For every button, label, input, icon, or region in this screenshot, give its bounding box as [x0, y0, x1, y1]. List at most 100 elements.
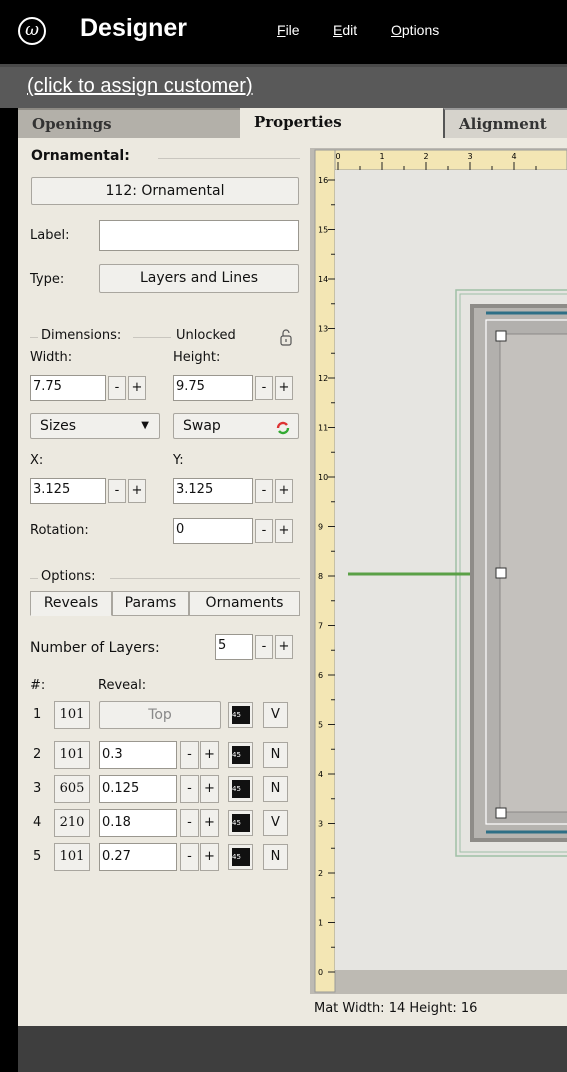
- width-label: Width:: [30, 350, 73, 365]
- swap-button-label: Swap: [183, 418, 221, 434]
- reveal-increment-button[interactable]: +: [200, 809, 219, 837]
- top-ruler-label: 2: [423, 152, 428, 161]
- left-ruler-label: 11: [318, 424, 328, 433]
- layer-reveal-input[interactable]: 0.27: [99, 843, 177, 871]
- resize-handle[interactable]: [495, 807, 507, 819]
- layer-code-button[interactable]: 605: [54, 775, 90, 803]
- column-number-header: #:: [30, 678, 46, 693]
- assign-customer-link[interactable]: (click to assign customer): [27, 75, 253, 98]
- options-tab-params[interactable]: Params: [112, 591, 189, 616]
- reveal-decrement-button[interactable]: -: [180, 741, 199, 769]
- menu-file[interactable]: File: [277, 22, 300, 38]
- y-increment-button[interactable]: +: [275, 479, 293, 503]
- layer-reveal-input[interactable]: 0.125: [99, 775, 177, 803]
- reveal-increment-button[interactable]: +: [200, 741, 219, 769]
- label-label: Label:: [30, 228, 70, 243]
- reveal-decrement-button[interactable]: -: [180, 809, 199, 837]
- layer-row-number: 3: [33, 781, 42, 796]
- layer-mode-button[interactable]: V: [263, 702, 288, 728]
- left-ruler-label: 0: [318, 968, 323, 977]
- reveal-decrement-button[interactable]: -: [180, 843, 199, 871]
- layer-code-button[interactable]: 101: [54, 741, 90, 769]
- title-bar: ω Designer File Edit Options: [0, 0, 567, 64]
- type-label: Type:: [30, 272, 65, 287]
- layer-mode-button[interactable]: V: [263, 810, 288, 836]
- layer-code-button[interactable]: 210: [54, 809, 90, 837]
- x-increment-button[interactable]: +: [128, 479, 146, 503]
- layers-decrement-button[interactable]: -: [255, 635, 273, 659]
- menu-options[interactable]: Options: [391, 22, 439, 38]
- sizes-dropdown[interactable]: Sizes ▼: [30, 413, 160, 439]
- left-ruler-label: 14: [318, 275, 328, 284]
- left-ruler-label: 13: [318, 325, 328, 334]
- layer-mode-button[interactable]: N: [263, 742, 288, 768]
- reveal-increment-button[interactable]: +: [200, 843, 219, 871]
- rotation-decrement-button[interactable]: -: [255, 519, 273, 543]
- resize-handle[interactable]: [495, 567, 507, 579]
- divider: [158, 158, 300, 159]
- x-input[interactable]: 3.125: [30, 478, 106, 504]
- height-increment-button[interactable]: +: [275, 376, 293, 400]
- swap-arrows-icon: [276, 419, 290, 435]
- x-label: X:: [30, 453, 44, 468]
- left-ruler-label: 7: [318, 622, 323, 631]
- reveal-decrement-button[interactable]: -: [180, 775, 199, 803]
- swap-button[interactable]: Swap: [173, 413, 299, 439]
- divider: [133, 337, 171, 338]
- type-select-button[interactable]: Layers and Lines: [99, 264, 299, 293]
- divider: [110, 578, 300, 579]
- x-decrement-button[interactable]: -: [108, 479, 126, 503]
- layer-code-button[interactable]: 101: [54, 701, 90, 729]
- width-input[interactable]: 7.75: [30, 375, 106, 401]
- bevel-45-icon: 45: [232, 848, 250, 866]
- opening-area[interactable]: [499, 333, 567, 813]
- design-canvas-area: 0 1 2 3 4 16 15 14 13 12 11 10 9 8 7 6 5 4 3 2 1 0 Mat Width:…: [310, 138, 567, 1016]
- left-ruler-label: 6: [318, 671, 323, 680]
- unlocked-padlock-icon[interactable]: [276, 328, 296, 346]
- y-decrement-button[interactable]: -: [255, 479, 273, 503]
- number-of-layers-input[interactable]: 5: [215, 634, 253, 660]
- left-ruler-label: 15: [318, 226, 328, 235]
- layer-mode-button[interactable]: N: [263, 844, 288, 870]
- app-title: Designer: [80, 14, 187, 42]
- left-ruler-label: 10: [318, 473, 328, 482]
- tab-properties[interactable]: Properties: [240, 108, 443, 138]
- label-input[interactable]: [99, 220, 299, 251]
- layer-mode-button[interactable]: N: [263, 776, 288, 802]
- layer-angle-button[interactable]: 45: [228, 844, 253, 870]
- layer-angle-button[interactable]: 45: [228, 776, 253, 802]
- y-input[interactable]: 3.125: [173, 478, 253, 504]
- design-canvas[interactable]: 0 1 2 3 4161514131211109876543210: [310, 138, 567, 996]
- menu-edit[interactable]: Edit: [333, 22, 357, 38]
- layer-reveal-input[interactable]: 0.3: [99, 741, 177, 769]
- layer-code-button[interactable]: 101: [54, 843, 90, 871]
- rotation-increment-button[interactable]: +: [275, 519, 293, 543]
- layer-reveal-top-button[interactable]: Top: [99, 701, 221, 729]
- layer-angle-button[interactable]: 45: [228, 810, 253, 836]
- options-tab-reveals[interactable]: Reveals: [30, 591, 112, 616]
- layer-angle-button[interactable]: 45: [228, 702, 253, 728]
- main-tabs: Openings Properties Alignment: [18, 108, 567, 138]
- resize-handle[interactable]: [495, 330, 507, 342]
- layer-reveal-input[interactable]: 0.18: [99, 809, 177, 837]
- height-decrement-button[interactable]: -: [255, 376, 273, 400]
- layer-row-number: 5: [33, 849, 42, 864]
- tab-alignment[interactable]: Alignment: [443, 108, 567, 138]
- layers-increment-button[interactable]: +: [275, 635, 293, 659]
- column-reveal-header: Reveal:: [98, 678, 147, 693]
- height-label: Height:: [173, 350, 221, 365]
- lock-state-label: Unlocked: [176, 328, 236, 343]
- width-increment-button[interactable]: +: [128, 376, 146, 400]
- ornamental-selector-button[interactable]: 112: Ornamental: [31, 177, 299, 205]
- layer-row-number: 1: [33, 707, 42, 722]
- tab-openings[interactable]: Openings: [18, 108, 240, 138]
- rotation-input[interactable]: 0: [173, 518, 253, 544]
- left-edge-strip: [0, 108, 18, 1072]
- options-tab-ornaments[interactable]: Ornaments: [189, 591, 300, 616]
- width-decrement-button[interactable]: -: [108, 376, 126, 400]
- layer-angle-button[interactable]: 45: [228, 742, 253, 768]
- reveal-increment-button[interactable]: +: [200, 775, 219, 803]
- top-ruler-label: 0: [335, 152, 340, 161]
- height-input[interactable]: 9.75: [173, 375, 253, 401]
- top-ruler-label: 1: [379, 152, 384, 161]
